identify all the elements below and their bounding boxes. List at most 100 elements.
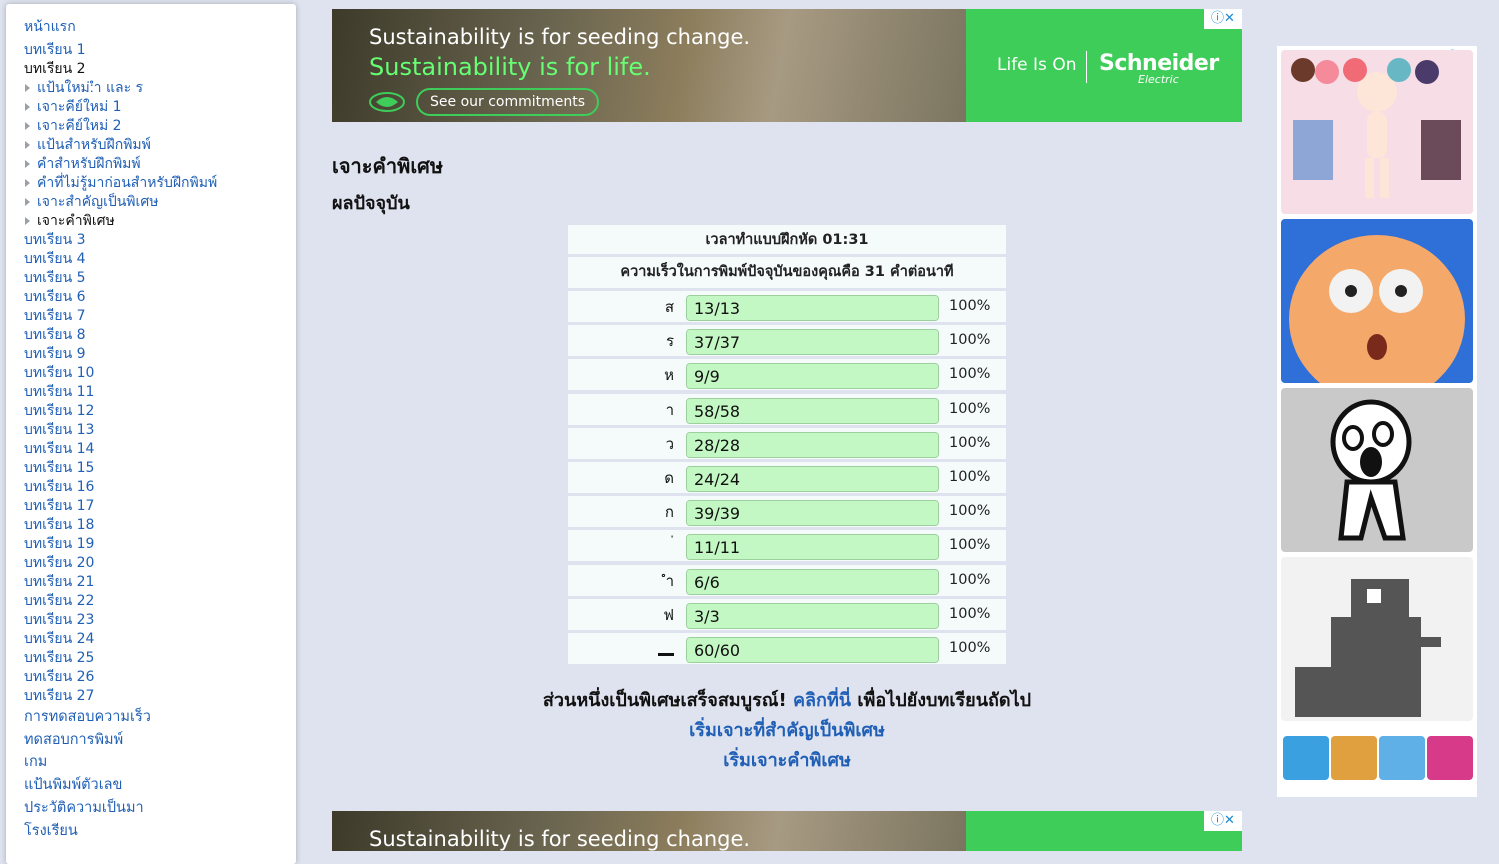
sidebar-item-lesson[interactable]: บทเรียน 5 xyxy=(24,269,296,288)
game-thumb[interactable] xyxy=(1427,736,1473,780)
sidebar-item-history[interactable]: ประวัติความเป็นมา xyxy=(24,797,296,820)
sidebar-item-lesson[interactable]: บทเรียน 20 xyxy=(24,554,296,573)
score-text: 9/9 xyxy=(694,367,720,387)
submenu-link-unknown-words[interactable]: คำที่ไม่รู้มาก่อนสำหรับฝึกพิมพ์ xyxy=(37,174,296,193)
submenu-item[interactable]: เจาะสำคัญเป็นพิเศษ xyxy=(24,193,296,212)
sidebar-item-lesson[interactable]: บทเรียน 13 xyxy=(24,421,296,440)
ad-choices-icon[interactable]: ⓘ✕ xyxy=(1204,9,1242,29)
accuracy-percent: 100% xyxy=(949,571,991,588)
ad-choices-icon[interactable]: ⓘ✕ xyxy=(1204,811,1242,831)
sidebar-item-lesson[interactable]: บทเรียน 22 xyxy=(24,592,296,611)
result-row: ร 37/37 100% xyxy=(568,325,1006,357)
sidebar-item-lesson[interactable]: บทเรียน 27 xyxy=(24,687,296,706)
sidebar-item-lesson[interactable]: บทเรียน 3 xyxy=(24,231,296,250)
extra-links: การทดสอบความเร็ว ทดสอบการพิมพ์ เกม แป้นพ… xyxy=(24,706,296,842)
game-thumb[interactable] xyxy=(1283,736,1329,780)
sidebar-item-lesson[interactable]: บทเรียน 15 xyxy=(24,459,296,478)
sidebar-item-lesson[interactable]: บทเรียน 8 xyxy=(24,326,296,345)
sidebar-item-lesson[interactable]: บทเรียน 14 xyxy=(24,440,296,459)
accuracy-bar: 6/6 xyxy=(686,568,939,595)
accuracy-percent: 100% xyxy=(949,298,991,314)
submenu-item[interactable]: เจาะคีย์ใหม่ 2 xyxy=(24,117,296,136)
accuracy-bar-fill xyxy=(687,603,938,628)
start-special-words-link[interactable]: เริ่มเจาะคำพิเศษ xyxy=(723,750,851,771)
dino-game-thumbnail[interactable] xyxy=(1281,557,1473,721)
typing-speed: ความเร็วในการพิมพ์ปัจจุบันของคุณคือ 31 ค… xyxy=(568,257,1006,288)
sidebar-item-lesson[interactable]: บทเรียน 18 xyxy=(24,516,296,535)
submenu-item[interactable]: คำสำหรับฝึกพิมพ์ xyxy=(24,155,296,174)
result-row: 60/60 100% xyxy=(568,632,1006,666)
sidebar-item-numpad[interactable]: แป้นพิมพ์ตัวเลข xyxy=(24,774,296,797)
top-banner-ad[interactable]: Sustainability is for seeding change. Su… xyxy=(332,9,1242,122)
accuracy-bar: 3/3 xyxy=(686,602,939,629)
submenu-link-special-words[interactable]: เจาะคำพิเศษ xyxy=(37,212,296,231)
submenu-item[interactable]: เจาะคำพิเศษ xyxy=(24,212,296,231)
sidebar-item-lesson[interactable]: บทเรียน 24 xyxy=(24,630,296,649)
ad-brand-sub: Electric xyxy=(1138,73,1179,86)
result-row: ด 24/24 100% xyxy=(568,461,1006,493)
games-ad[interactable]: ⓘ✕ xyxy=(1277,46,1477,797)
leaf-icon xyxy=(369,92,405,112)
scream-game-thumbnail[interactable] xyxy=(1281,388,1473,552)
face-game-thumbnail[interactable] xyxy=(1281,219,1473,383)
ad-tagline: Life Is On xyxy=(997,55,1077,75)
accuracy-percent: 100% xyxy=(949,537,991,554)
exercise-time: เวลาทำแบบฝึกหัด 01:31 xyxy=(568,225,1006,254)
game-thumb[interactable] xyxy=(1379,736,1425,780)
sidebar-item-lesson[interactable]: บทเรียน 16 xyxy=(24,478,296,497)
bottom-banner-ad[interactable]: Sustainability is for seeding change. ⓘ✕ xyxy=(332,811,1242,851)
sidebar-item-school[interactable]: โรงเรียน xyxy=(24,820,296,843)
click-here-link[interactable]: คลิกที่นี่ xyxy=(793,690,851,711)
start-important-drill-link[interactable]: เริ่มเจาะที่สำคัญเป็นพิเศษ xyxy=(689,720,885,741)
sidebar-item-lesson[interactable]: บทเรียน 21 xyxy=(24,573,296,592)
accuracy-bar-fill xyxy=(687,364,938,389)
sidebar-item-lesson[interactable]: บทเรียน 7 xyxy=(24,307,296,326)
submenu-item[interactable]: คำที่ไม่รู้มาก่อนสำหรับฝึกพิมพ์ xyxy=(24,174,296,193)
divider xyxy=(1086,51,1087,83)
game-thumb[interactable] xyxy=(1331,736,1377,780)
submenu-link-practice-words[interactable]: คำสำหรับฝึกพิมพ์ xyxy=(37,155,296,174)
submenu-link-practice-keys[interactable]: แป้นสำหรับฝึกพิมพ์ xyxy=(37,136,296,155)
accuracy-bar: 24/24 xyxy=(686,465,939,492)
ad-cta-button[interactable]: See our commitments xyxy=(416,88,600,116)
sidebar-item-lesson[interactable]: บทเรียน 6 xyxy=(24,288,296,307)
sidebar-item-lesson[interactable]: บทเรียน 26 xyxy=(24,668,296,687)
ad-headline: Sustainability is for seeding change. xyxy=(369,827,751,851)
submenu-link-new-keys[interactable]: แป้นใหม่:ำ และ ร xyxy=(37,79,296,98)
accuracy-bar: 58/58 xyxy=(686,397,939,424)
doll-icon xyxy=(1291,58,1461,198)
sidebar-item-lesson[interactable]: บทเรียน 23 xyxy=(24,611,296,630)
submenu-item[interactable]: แป้นใหม่:ำ และ ร xyxy=(24,79,296,98)
result-row: ส 13/13 100% xyxy=(568,291,1006,322)
sidebar-item-lesson-1[interactable]: บทเรียน 1 xyxy=(24,41,296,60)
sidebar-item-lesson[interactable]: บทเรียน 25 xyxy=(24,649,296,668)
submenu-link-special-drill[interactable]: เจาะสำคัญเป็นพิเศษ xyxy=(37,193,296,212)
score-text: 13/13 xyxy=(694,299,741,318)
sidebar-item-lesson[interactable]: บทเรียน 10 xyxy=(24,364,296,383)
accuracy-percent: 100% xyxy=(949,605,991,622)
accuracy-percent: 100% xyxy=(949,468,991,485)
sidebar-item-typing-test[interactable]: ทดสอบการพิมพ์ xyxy=(24,729,296,752)
submenu-item[interactable]: แป้นสำหรับฝึกพิมพ์ xyxy=(24,136,296,155)
submenu-link-new-keys-1[interactable]: เจาะคีย์ใหม่ 1 xyxy=(37,98,296,117)
dressup-game-thumbnail[interactable] xyxy=(1281,50,1473,214)
sidebar-item-lesson[interactable]: บทเรียน 9 xyxy=(24,345,296,364)
more-games-strip[interactable] xyxy=(1281,732,1473,784)
sidebar-item-games[interactable]: เกม xyxy=(24,751,296,774)
sidebar-item-home[interactable]: หน้าแรก xyxy=(24,18,296,37)
lesson-list: บทเรียน 3 บทเรียน 4 บทเรียน 5 บทเรียน 6 … xyxy=(24,231,296,706)
creature-icon xyxy=(1330,399,1412,541)
submenu-link-new-keys-2[interactable]: เจาะคีย์ใหม่ 2 xyxy=(37,117,296,136)
score-text: 24/24 xyxy=(694,469,741,489)
sidebar-item-lesson[interactable]: บทเรียน 17 xyxy=(24,497,296,516)
sidebar-item-lesson[interactable]: บทเรียน 11 xyxy=(24,383,296,402)
sidebar-item-speed-test[interactable]: การทดสอบความเร็ว xyxy=(24,706,296,729)
submenu-item[interactable]: เจาะคีย์ใหม่ 1 xyxy=(24,98,296,117)
sidebar-item-lesson[interactable]: บทเรียน 12 xyxy=(24,402,296,421)
dino-icon xyxy=(1295,579,1441,717)
sidebar-item-lesson-2[interactable]: บทเรียน 2 xyxy=(24,60,296,79)
key-label xyxy=(568,633,674,666)
sidebar-item-lesson[interactable]: บทเรียน 19 xyxy=(24,535,296,554)
results-table: เวลาทำแบบฝึกหัด 01:31 ความเร็วในการพิมพ์… xyxy=(568,225,1006,667)
sidebar-item-lesson[interactable]: บทเรียน 4 xyxy=(24,250,296,269)
